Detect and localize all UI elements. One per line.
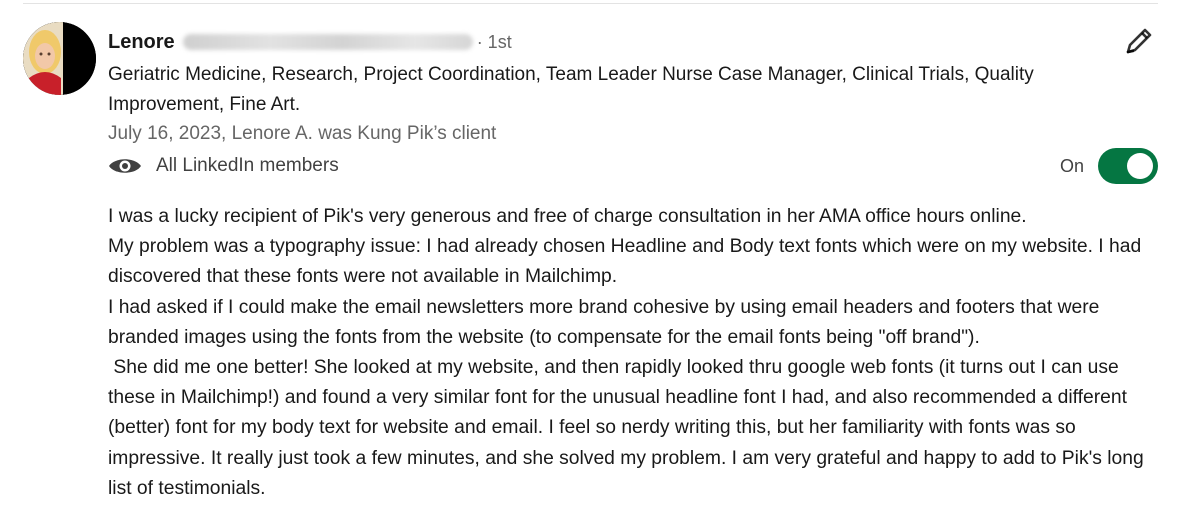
recommendation-paragraph: I had asked if I could make the email ne… xyxy=(108,296,1105,348)
recommendation-paragraph: She did me one better! She looked at my … xyxy=(108,357,1150,499)
recommendation-text: I was a lucky recipient of Pik's very ge… xyxy=(108,202,1168,504)
top-divider xyxy=(23,3,1158,4)
recommendation-date-relationship: July 16, 2023, Lenore A. was Kung Pik’s … xyxy=(108,123,497,144)
eye-icon xyxy=(109,159,141,173)
blurred-surname xyxy=(182,34,473,50)
visibility-setting: All LinkedIn members xyxy=(108,152,339,180)
connection-degree: · 1st xyxy=(476,31,512,52)
author-name[interactable]: Lenore xyxy=(108,31,175,54)
pencil-icon[interactable] xyxy=(1122,24,1156,58)
avatar[interactable] xyxy=(23,22,96,95)
author-headline: Geriatric Medicine, Research, Project Co… xyxy=(108,64,1034,115)
toggle-knob xyxy=(1127,153,1154,179)
visibility-label: All LinkedIn members xyxy=(156,155,339,176)
avatar-photo xyxy=(23,22,96,95)
recommendation-paragraph: I was a lucky recipient of Pik's very ge… xyxy=(108,206,1027,227)
recommendation-paragraph: My problem was a typography issue: I had… xyxy=(108,236,1147,288)
show-recommendation-toggle[interactable] xyxy=(1098,148,1159,184)
author-name-row: Lenore · 1st xyxy=(108,28,512,56)
show-recommendation-toggle-group: On xyxy=(1060,148,1159,184)
toggle-state-label: On xyxy=(1060,155,1085,176)
